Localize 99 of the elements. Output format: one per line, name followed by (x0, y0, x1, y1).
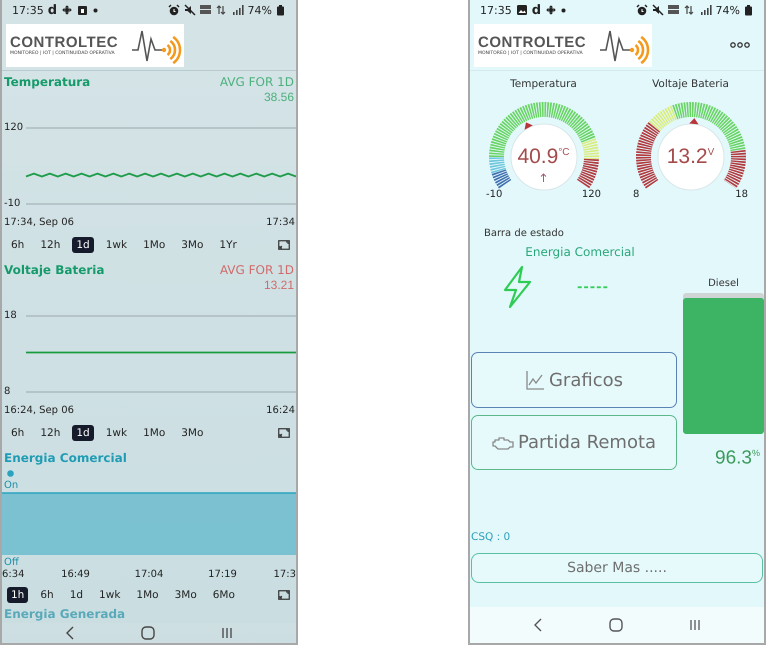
alarm-icon (168, 4, 180, 16)
alarm-icon (636, 4, 648, 16)
data-arrows-icon (216, 4, 228, 16)
axis-label: 17:3 (274, 569, 296, 581)
time-label: 17:34 (266, 216, 295, 229)
notification-dot-icon (561, 8, 566, 12)
section-label: Barra de estado (483, 228, 565, 240)
range-tab[interactable]: 1Mo (139, 425, 170, 441)
range-tab[interactable]: 6h (36, 587, 58, 603)
status-title: Energia Comercial (524, 244, 636, 260)
axis-label: 8 (4, 386, 10, 398)
range-tab[interactable]: 6h (7, 425, 28, 441)
data-arrows-icon (684, 4, 696, 16)
range-tab[interactable]: 6h (7, 237, 28, 253)
status-value: ----- (577, 280, 609, 294)
scale-min: 8 (633, 188, 640, 201)
range-tab[interactable]: 1h (7, 587, 28, 603)
gauge-reading: 13.2$^{V}$ (666, 144, 714, 169)
range-tab[interactable]: 1d (66, 587, 88, 603)
range-tab[interactable]: 1Mo (139, 237, 170, 253)
axis-label: 6:34 (2, 569, 24, 581)
panel-title: Voltaje Bateria (3, 262, 104, 278)
time-label: 16:24, Sep 06 (4, 404, 74, 417)
range-tab[interactable]: 6Mo (208, 587, 239, 603)
notification-dot-icon (93, 8, 98, 12)
signal-icon (700, 4, 712, 16)
axis-label: Off (4, 557, 19, 569)
range-tab[interactable]: 1Yr (215, 237, 241, 253)
back-icon[interactable] (533, 618, 543, 632)
gauge-reading: 40.9$^{°C}$ (517, 144, 570, 169)
range-tab[interactable]: 12h (36, 425, 64, 441)
expand-icon[interactable] (278, 240, 290, 250)
scale-max: 120 (582, 188, 601, 201)
expand-icon[interactable] (278, 428, 290, 438)
range-tab[interactable]: 3Mo (170, 587, 201, 603)
signal-icon (232, 4, 244, 16)
range-tab[interactable]: 1wk (102, 425, 132, 441)
panel-title: Energia Comercial (3, 450, 128, 466)
battery-percent: 74% (248, 4, 272, 16)
range-tab[interactable]: 1d (72, 425, 94, 441)
line-chart-icon (524, 370, 545, 390)
axis-label: 17:04 (134, 569, 164, 581)
gauge-dial (510, 124, 577, 190)
average-value: 38.56 (264, 90, 294, 104)
back-icon[interactable] (65, 626, 75, 640)
scale-max: 18 (735, 188, 748, 201)
axis-label: 120 (4, 122, 24, 134)
panel-title: Temperatura (3, 74, 90, 90)
axis-label: 16:49 (61, 569, 90, 581)
axis-label: 18 (4, 310, 17, 322)
axis-label: -10 (4, 198, 20, 210)
time-label: 16:24 (266, 404, 295, 417)
range-tab[interactable]: 12h (36, 237, 64, 253)
time-label: 17:34, Sep 06 (4, 216, 74, 229)
range-tab[interactable]: 1wk (95, 587, 124, 603)
app-notification: d (48, 2, 58, 18)
signal-quality: CSQ : 0 (470, 531, 512, 543)
status-time: 17:35 (12, 4, 44, 16)
tank-reading: 96.3$^{%}$ (714, 446, 761, 470)
range-tab[interactable]: 3Mo (177, 425, 208, 441)
app-notification: d (532, 2, 542, 18)
logo-wordmark: CONTROLTEC (478, 34, 588, 51)
fan-icon (545, 4, 558, 16)
range-tab[interactable]: 1Mo (132, 587, 163, 603)
expand-icon[interactable] (278, 590, 290, 600)
gauge-title: Voltaje Bateria (652, 77, 729, 92)
action-button[interactable]: Partida Remota (471, 415, 677, 470)
network-icon (668, 4, 680, 16)
range-tab[interactable]: 1d (72, 237, 94, 253)
battery-percent: 74% (716, 4, 740, 16)
image-icon (516, 4, 528, 16)
logo-wordmark: CONTROLTEC (10, 34, 120, 51)
axis-label: On (4, 480, 18, 492)
gauge-dial (657, 124, 724, 190)
more-menu-icon[interactable] (730, 42, 750, 48)
tank-label: Diesel (707, 278, 740, 290)
mute-icon (184, 4, 196, 16)
scale-min: -10 (486, 188, 502, 201)
average-value: 13.21 (264, 278, 294, 292)
recent-apps-icon[interactable] (221, 627, 233, 639)
panel-title: Energia Generada (3, 607, 126, 621)
action-button[interactable]: Graficos (471, 352, 677, 408)
recent-apps-icon[interactable] (689, 619, 701, 631)
status-time: 17:35 (480, 4, 512, 16)
fan-icon (61, 4, 74, 16)
average-label: AVG FOR 1D (220, 262, 294, 278)
lightning-bolt-icon (501, 265, 533, 309)
range-tab[interactable]: 3Mo (177, 237, 208, 253)
network-icon (200, 4, 212, 16)
calendar-icon (77, 4, 90, 16)
gauge-title: Temperatura (510, 77, 577, 92)
range-tab[interactable]: 1wk (102, 237, 132, 253)
average-label: AVG FOR 1D (220, 74, 294, 90)
axis-label: 17:19 (208, 569, 237, 581)
mute-icon (652, 4, 664, 16)
home-icon[interactable] (609, 618, 623, 632)
engine-icon (492, 434, 514, 450)
home-icon[interactable] (141, 626, 155, 640)
more-button[interactable]: Saber Mas ..... (471, 553, 763, 583)
